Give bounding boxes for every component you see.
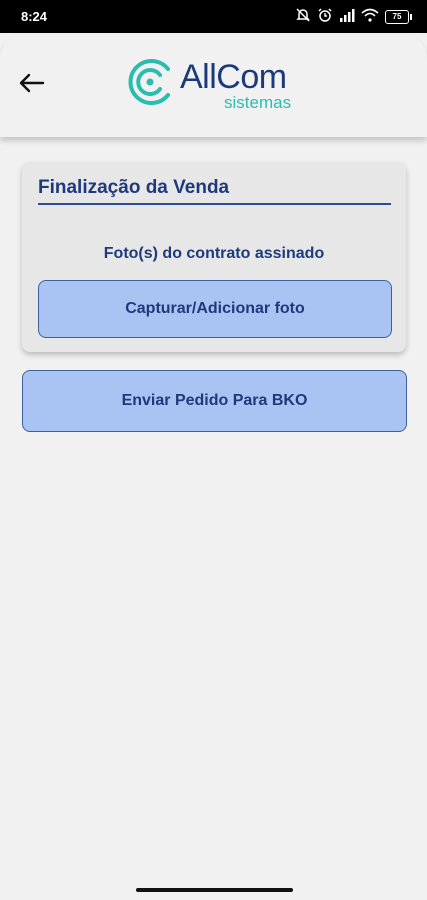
app-header: AllCom sistemas (0, 33, 427, 137)
allcom-logo: AllCom sistemas (124, 55, 304, 119)
wifi-icon (361, 8, 379, 27)
logo-rings-icon (128, 59, 170, 105)
home-indicator[interactable] (136, 888, 293, 892)
logo-subtitle: sistemas (224, 93, 292, 112)
battery-icon: 75 (385, 10, 412, 24)
card-title: Finalização da Venda (38, 177, 230, 198)
back-button[interactable] (12, 63, 52, 103)
status-time: 8:24 (21, 9, 48, 24)
sale-finalization-card: Finalização da Venda Foto(s) do contrato… (22, 162, 406, 352)
back-arrow-icon (19, 73, 45, 93)
photo-label: Foto(s) do contrato assinado (103, 245, 325, 262)
send-order-button[interactable]: Enviar Pedido Para BKO (22, 370, 407, 432)
title-divider (38, 203, 391, 205)
status-icons: 75 (295, 7, 412, 28)
logo-title: AllCom (180, 58, 287, 96)
alarm-icon (317, 7, 333, 28)
status-bar: 8:24 75 (0, 0, 427, 33)
capture-photo-button[interactable]: Capturar/Adicionar foto (38, 280, 392, 338)
signal-icon (339, 8, 355, 27)
mute-icon (295, 7, 311, 28)
